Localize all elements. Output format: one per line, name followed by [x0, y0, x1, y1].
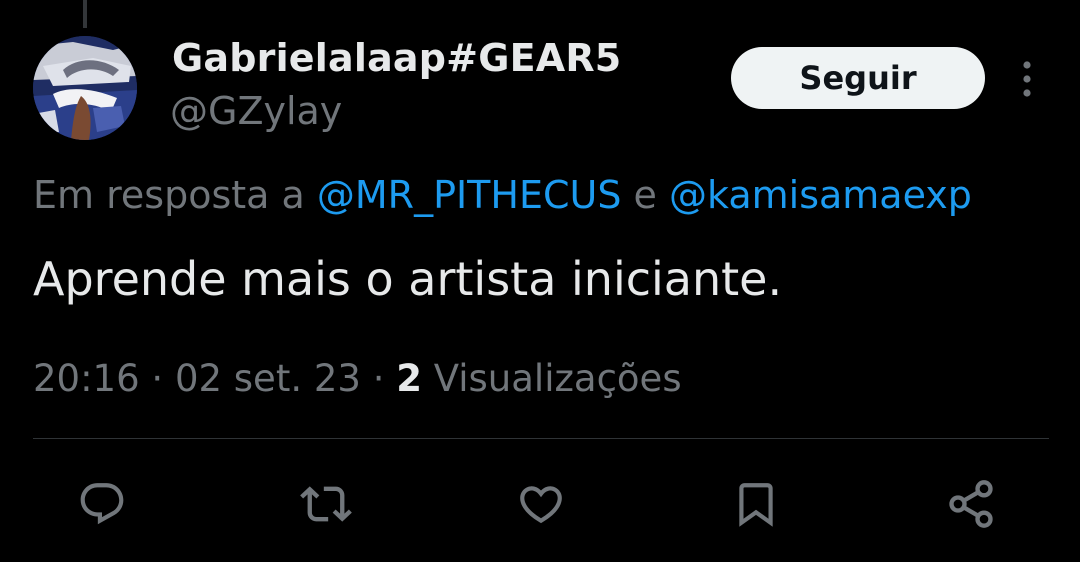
tweet-date[interactable]: 02 set. 23: [175, 357, 361, 400]
more-vertical-icon[interactable]: [1012, 58, 1042, 100]
reply-button[interactable]: [76, 478, 128, 530]
reply-context-conjunction: e: [621, 173, 669, 217]
meta-separator-2: ·: [360, 357, 397, 400]
meta-separator-1: ·: [139, 357, 175, 400]
reply-context-prefix: Em resposta a: [33, 173, 317, 217]
author-handle[interactable]: @GZylay: [170, 89, 342, 133]
like-button[interactable]: [515, 478, 567, 530]
share-icon: [949, 480, 993, 528]
tweet-time[interactable]: 20:16: [33, 357, 140, 400]
mention-link-1[interactable]: @MR_PITHECUS: [317, 173, 622, 217]
share-button[interactable]: [945, 478, 997, 530]
author-display-name[interactable]: Gabrielalaap#GEAR5: [172, 36, 621, 80]
heart-icon: [520, 486, 562, 524]
bookmark-icon: [739, 483, 773, 527]
reply-context: Em resposta a @MR_PITHECUS e @kamisamaex…: [33, 173, 972, 217]
thread-connector-line: [83, 0, 87, 28]
retweet-button[interactable]: [300, 478, 352, 530]
bookmark-button[interactable]: [730, 478, 782, 530]
tweet-text: Aprende mais o artista iniciante.: [33, 252, 783, 306]
views-label: Visualizações: [421, 357, 682, 400]
views-count: 2: [396, 357, 422, 400]
reply-icon: [80, 483, 124, 525]
follow-button[interactable]: Seguir: [731, 47, 985, 109]
retweet-icon: [300, 486, 352, 522]
divider: [33, 438, 1049, 439]
avatar-image: [33, 36, 137, 140]
mention-link-2[interactable]: @kamisamaexp: [669, 173, 972, 217]
tweet-meta: 20:16 · 02 set. 23 · 2 Visualizações: [33, 357, 682, 400]
avatar[interactable]: [33, 36, 137, 140]
